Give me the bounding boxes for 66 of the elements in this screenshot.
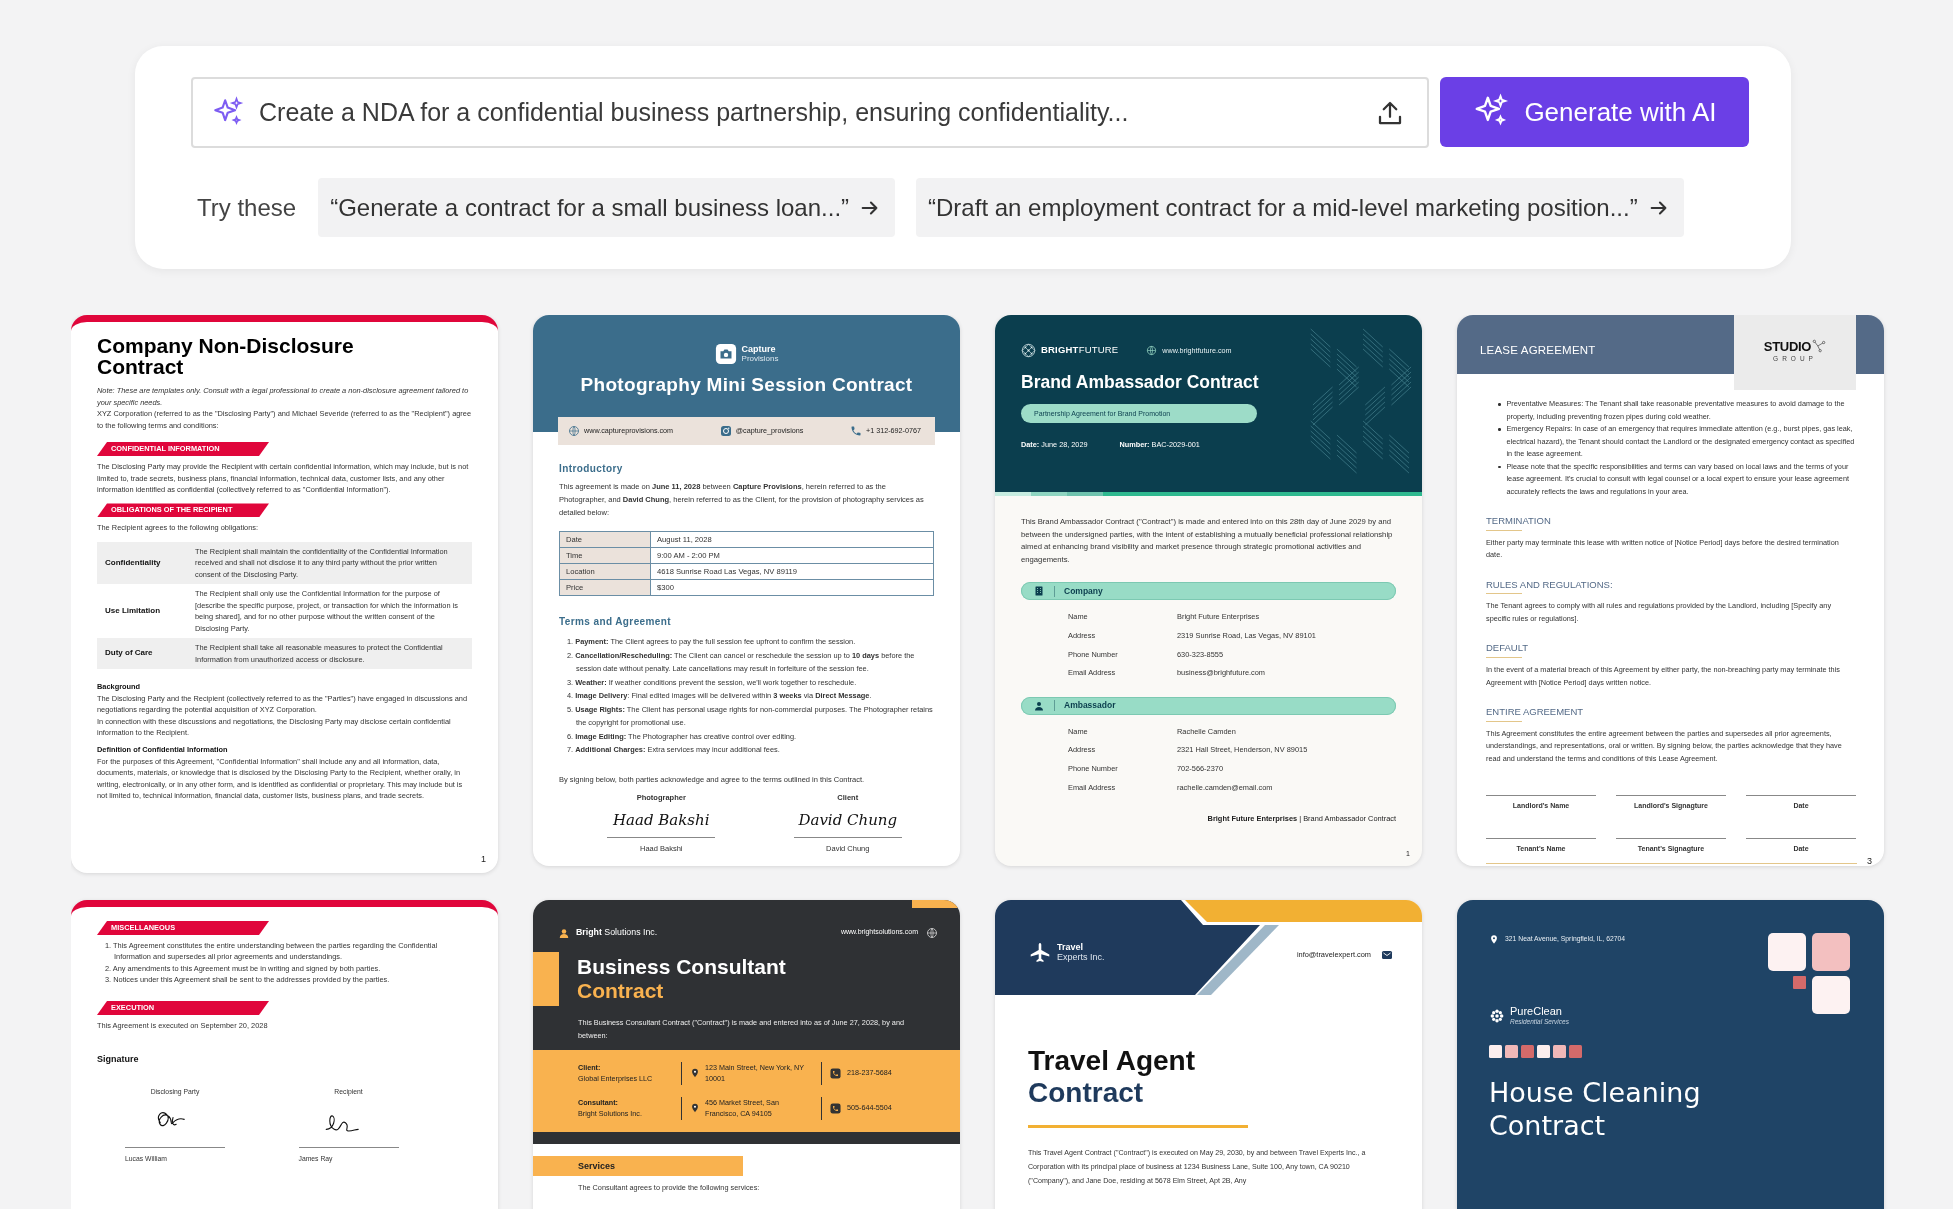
- suggestion-chip[interactable]: “Generate a contract for a small business loan...”: [318, 178, 896, 237]
- section-label: Company: [1064, 584, 1103, 598]
- table-cell: Confidentiality: [97, 541, 187, 585]
- pin-icon: [690, 1068, 700, 1079]
- pin-icon: [1489, 934, 1499, 945]
- camera-icon: [714, 343, 737, 365]
- suggestion-chip[interactable]: “Draft an employment contract for a mid-level marketing position...”: [916, 178, 1684, 237]
- globe-icon: [1146, 345, 1158, 356]
- building-icon: [1033, 585, 1045, 598]
- document-title: Photography Mini Session Contract: [580, 375, 913, 396]
- person-icon: [1033, 699, 1045, 712]
- logo-text: Travel: [1057, 943, 1085, 953]
- try-these-label: Try these: [197, 193, 297, 222]
- title-line: Contract: [1028, 1077, 1145, 1109]
- flower-icon: [1489, 1008, 1505, 1025]
- mail-icon: [1381, 949, 1393, 961]
- subheading: Signature: [97, 1053, 140, 1067]
- section-heading: Introductory: [559, 462, 624, 476]
- title-line: Travel Agent: [1028, 1045, 1196, 1077]
- table-cell-text: Use Limitation: [104, 605, 162, 618]
- document-title: Company Non-Disclosure Contract: [97, 336, 355, 378]
- prompt-input[interactable]: Create a NDA for a confidential business partnership, ensuring confidentiality...: [257, 97, 1363, 128]
- table-cell: Duty of Care: [97, 638, 187, 670]
- section-label: Ambassador: [1064, 699, 1116, 713]
- phone-icon: [830, 1102, 841, 1114]
- logo-text: Capture: [741, 344, 776, 354]
- title-line: Business Consultant: [577, 954, 786, 979]
- brand-name: BRIGHTFUTURE: [1041, 343, 1119, 358]
- bullet-icon: [1498, 403, 1501, 406]
- document-title: Brand Ambassador Contract: [1021, 372, 1260, 393]
- corner-accent: [912, 900, 960, 908]
- document-title: LEASE AGREEMENT: [1479, 343, 1596, 358]
- person-icon: [558, 926, 570, 939]
- logo-icon: [1021, 343, 1036, 358]
- prompt-field[interactable]: Create a NDA for a confidential business partnership, ensuring confidentiality...: [191, 77, 1429, 148]
- template-card[interactable]: [995, 315, 1422, 866]
- section-heading: DEFAULT: [1486, 641, 1856, 662]
- section-heading: ENTIRE AGREEMENT: [1486, 705, 1856, 725]
- globe-icon: [926, 926, 938, 939]
- template-card[interactable]: [1457, 315, 1884, 866]
- phone-icon: [850, 425, 863, 437]
- section-heading: Terms and Agreement: [559, 614, 673, 629]
- nodes-icon: [1812, 339, 1827, 353]
- section-heading-bar: Services: [533, 1155, 743, 1176]
- section-heading: TERMINATION: [1486, 514, 1856, 534]
- page-number: 3: [1867, 855, 1873, 866]
- title-line: Contract: [577, 978, 665, 1003]
- document-title: House Cleaning Contract: [1489, 1076, 1702, 1143]
- template-card[interactable]: [533, 315, 960, 866]
- brand-name: PureClean: [1510, 1005, 1563, 1018]
- section-heading: RULES AND REGULATIONS:: [1486, 577, 1856, 598]
- logo-subtext: Experts Inc.: [1057, 953, 1105, 963]
- page-number: 1: [481, 853, 487, 867]
- pin-icon: [690, 1103, 700, 1114]
- bullet-icon: [1498, 428, 1501, 431]
- logo-text: STUDIO: [1763, 339, 1812, 353]
- bullet-icon: [1498, 465, 1501, 468]
- company-name: Bright Solutions Inc.: [576, 926, 658, 939]
- generate-button[interactable]: Generate with AI: [1440, 77, 1749, 147]
- globe-icon: [568, 425, 580, 437]
- accent-block: [533, 951, 559, 1006]
- camera-app-icon: [719, 425, 732, 437]
- phone-icon: [830, 1067, 841, 1079]
- signature: David Chung: [798, 810, 898, 832]
- logo-subtext: Provisions: [741, 354, 779, 364]
- signature: Haad Bakshi: [612, 810, 710, 832]
